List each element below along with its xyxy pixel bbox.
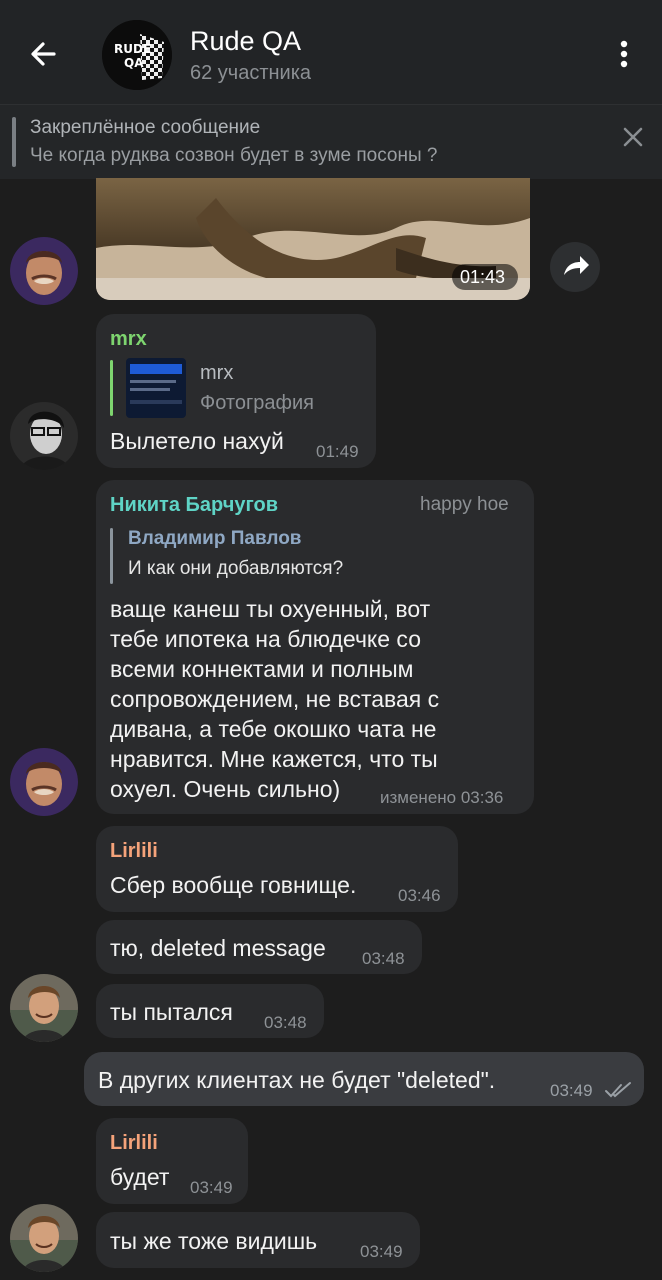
reply-author: Владимир Павлов (128, 528, 302, 549)
avatar[interactable] (10, 237, 78, 305)
outgoing-message-bubble[interactable]: В других клиентах не будет "deleted". 03… (84, 1052, 644, 1106)
message-bubble[interactable]: Lirlili Сбер вообще говнище. 03:46 (96, 826, 458, 912)
message-time: 03:48 (362, 949, 405, 968)
group-avatar[interactable]: RUDE QA (102, 20, 172, 90)
chat-title[interactable]: Rude QA (190, 26, 301, 57)
pinned-message-bar[interactable]: Закреплённое сообщение Че когда рудква с… (0, 104, 662, 179)
message-bubble[interactable]: ты пытался 03:48 (96, 984, 324, 1038)
author-name[interactable]: Никита Барчугов (110, 494, 278, 517)
more-options-icon[interactable] (612, 36, 636, 72)
message-text: Вылетело нахуй (110, 428, 284, 454)
rude-qa-logo-icon: RUDE QA (102, 20, 172, 90)
avatar[interactable] (10, 748, 78, 816)
pinned-text: Че когда рудква созвон будет в зуме посо… (30, 145, 438, 166)
avatar[interactable] (10, 402, 78, 470)
author-name[interactable]: Lirlili (110, 840, 158, 863)
read-checkmarks-icon (605, 1082, 631, 1098)
chat-header: RUDE QA Rude QA 62 участника (0, 0, 662, 104)
svg-text:QA: QA (124, 56, 144, 70)
user-photo (10, 237, 78, 305)
message-time: 03:49 (550, 1081, 593, 1100)
reply-indicator (110, 360, 113, 416)
message-time: 03:49 (190, 1178, 233, 1197)
message-time: 03:49 (360, 1242, 403, 1261)
reply-author: mrx (200, 362, 234, 384)
message-line: сопровождением, не вставая с (110, 686, 440, 712)
message-text: будет (110, 1164, 170, 1190)
forward-button[interactable] (550, 242, 600, 292)
message-line: тебе ипотека на блюдечке со (110, 626, 421, 652)
author-name[interactable]: mrx (110, 328, 147, 351)
user-photo (10, 974, 78, 1042)
pinned-title: Закреплённое сообщение (30, 117, 261, 138)
reply-text: Фотография (200, 392, 314, 414)
reply-text: И как они добавляются? (128, 558, 344, 579)
user-photo (10, 748, 78, 816)
message-time: 01:49 (316, 442, 359, 461)
message-line: нравится. Мне кажется, что ты (110, 746, 438, 772)
video-duration: 01:43 (460, 267, 506, 287)
message-text: тю, deleted message (110, 935, 326, 961)
message-line: всеми коннектами и полным (110, 656, 414, 682)
message-line: ваще канеш ты охуенный, вот (110, 596, 431, 622)
message-time: 03:46 (398, 886, 441, 905)
member-count: 62 участника (190, 62, 312, 84)
message-time: изменено 03:36 (380, 788, 504, 807)
video-duration-badge: 01:43 (452, 264, 518, 290)
svg-text:RUDE: RUDE (114, 42, 151, 56)
video-message[interactable]: 01:43 (96, 178, 530, 300)
close-pinned-icon[interactable] (620, 124, 646, 150)
author-name[interactable]: Lirlili (110, 1132, 158, 1155)
message-text: Сбер вообще говнище. (110, 872, 357, 898)
author-badge: happy hoe (420, 494, 509, 515)
reply-indicator (110, 528, 113, 584)
message-bubble[interactable]: Lirlili будет 03:49 (96, 1118, 248, 1204)
message-bubble[interactable]: mrx mrx Фотография Вылетело нахуй 01:49 (96, 314, 376, 468)
message-bubble[interactable]: ты же тоже видишь 03:49 (96, 1212, 420, 1268)
avatar[interactable] (10, 1204, 78, 1272)
user-photo (10, 1204, 78, 1272)
forward-arrow-icon (564, 256, 589, 275)
message-time: 03:48 (264, 1013, 307, 1032)
back-arrow-icon[interactable] (24, 34, 64, 74)
message-bubble[interactable]: тю, deleted message 03:48 (96, 920, 422, 974)
message-text: ты же тоже видишь (110, 1228, 318, 1254)
user-photo (10, 402, 78, 470)
reply-thumbnail (126, 358, 186, 418)
message-line: охуел. Очень сильно) (110, 776, 341, 802)
message-bubble[interactable]: Никита Барчугов happy hoe Владимир Павло… (96, 480, 534, 814)
avatar[interactable] (10, 974, 78, 1042)
message-line: дивана, а тебе окошко чата не (110, 716, 437, 742)
pinned-indicator (12, 117, 16, 167)
message-text: В других клиентах не будет "deleted". (98, 1067, 496, 1093)
message-text: ты пытался (110, 999, 233, 1025)
